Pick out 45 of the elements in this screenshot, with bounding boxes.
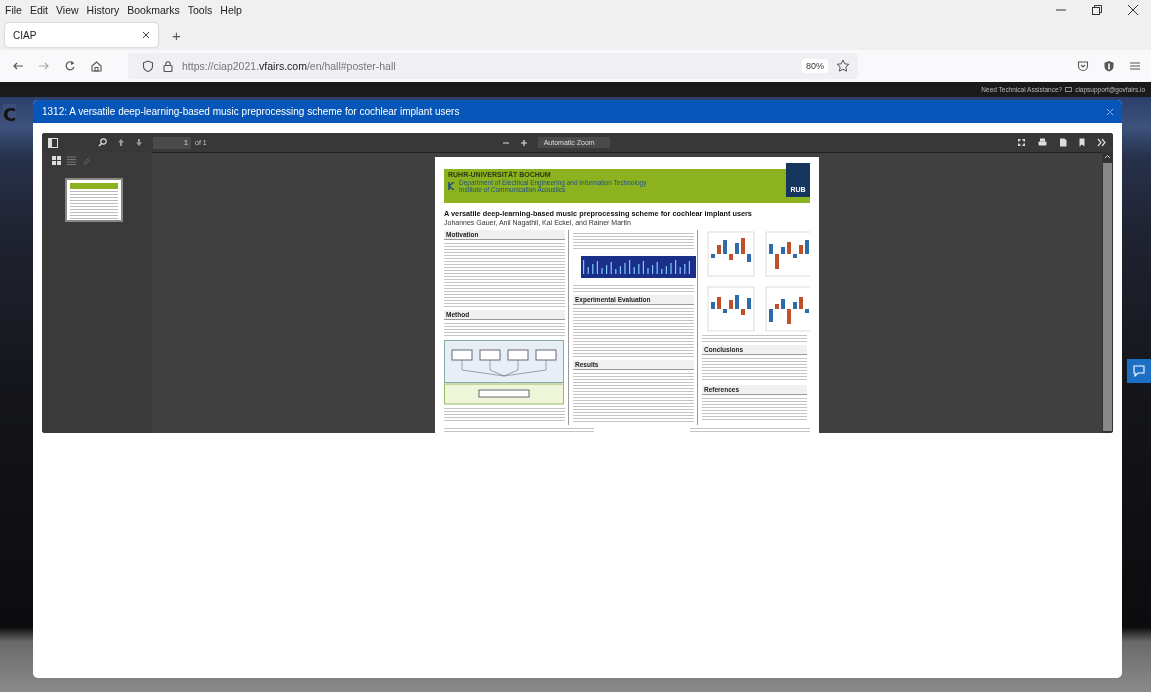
bookmark-icon[interactable] (1079, 138, 1085, 147)
collapse-icon[interactable] (1106, 107, 1114, 116)
star-icon[interactable] (836, 59, 850, 73)
pocket-icon[interactable] (1077, 60, 1089, 72)
menu-item[interactable]: Help (220, 4, 242, 16)
browser-tab[interactable]: CIAP (5, 23, 158, 47)
menu-item[interactable]: View (56, 4, 79, 16)
home-icon[interactable] (90, 60, 102, 72)
down-arrow-icon[interactable] (135, 138, 143, 147)
mail-icon (1065, 87, 1073, 92)
chat-button[interactable] (1127, 359, 1151, 383)
new-tab-button[interactable]: + (172, 26, 181, 44)
scrollbar-thumb[interactable] (1103, 163, 1112, 431)
chat-icon (1133, 365, 1145, 377)
menu-item[interactable]: History (86, 4, 120, 16)
more-tools-icon[interactable] (1097, 138, 1107, 147)
close-icon[interactable] (142, 31, 150, 39)
scroll-up-icon[interactable] (1103, 152, 1112, 161)
paperclip-icon[interactable] (82, 155, 91, 165)
institute-logo-icon (448, 182, 455, 191)
modal-title: 1312: A versatile deep-learning-based music preprocessing scheme for cochlear implant users (42, 106, 461, 117)
search-icon[interactable] (98, 138, 107, 147)
close-icon[interactable] (1127, 4, 1139, 16)
restore-icon[interactable] (1091, 4, 1103, 16)
fullscreen-icon[interactable] (1017, 138, 1026, 147)
address-bar[interactable]: https://ciap2021.vfairs.com/en/hall#poster-hall 80% (128, 53, 858, 79)
page-thumbnail[interactable] (65, 178, 123, 222)
zoom-in-icon[interactable] (519, 138, 528, 147)
shield-icon (142, 60, 154, 72)
sidebar-toggle-icon[interactable] (48, 137, 58, 148)
zoom-level-button[interactable]: 80% (802, 59, 828, 73)
menu-item[interactable]: Tools (187, 4, 213, 16)
thumbnails-icon[interactable] (52, 155, 61, 165)
menu-item[interactable]: File (5, 4, 22, 16)
up-arrow-icon[interactable] (117, 138, 125, 147)
outline-icon[interactable] (67, 155, 76, 165)
back-icon[interactable] (12, 60, 24, 72)
download-icon[interactable] (1059, 138, 1067, 147)
menu-item[interactable]: Bookmarks (127, 4, 180, 16)
lock-icon (162, 60, 174, 72)
shield-icon[interactable] (1103, 60, 1115, 72)
url-text: https://ciap2021.vfairs.com/en/hall#poster-hall (182, 60, 396, 72)
reload-icon[interactable] (64, 60, 76, 72)
menu-item[interactable]: Edit (29, 4, 48, 16)
print-icon[interactable] (1038, 138, 1047, 147)
